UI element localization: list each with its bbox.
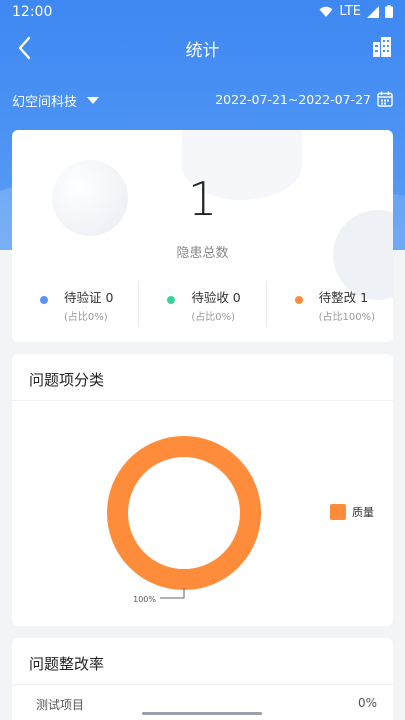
status-time: 12:00	[12, 4, 53, 20]
stat-pending-verify[interactable]: 待验证 0 (占比0%)	[12, 282, 138, 326]
building-icon[interactable]	[371, 36, 393, 58]
chart-legend: 质量	[330, 504, 374, 520]
signal-icon	[367, 5, 379, 18]
legend-label: 质量	[352, 506, 374, 519]
page-title: 统计	[185, 41, 220, 61]
total-hazard-count: 1	[187, 172, 218, 226]
company-selector[interactable]: 幻空间科技	[12, 91, 100, 110]
stat-percent: (占比0%)	[191, 312, 235, 323]
stat-label: 待验收 0	[191, 290, 241, 305]
card-title: 问题整改率	[29, 655, 105, 673]
battery-icon	[385, 5, 393, 18]
company-name: 幻空间科技	[12, 95, 78, 110]
stat-label: 待整改 1	[318, 290, 369, 305]
hazard-summary-card: 1 隐患总数 待验证 0 (占比0%) 待验收 0 (占比0%) 待整改 1 (…	[12, 130, 393, 342]
legend-swatch	[330, 504, 346, 520]
donut-chart: 100%	[107, 436, 261, 604]
stat-pending-rectify[interactable]: 待整改 1 (占比100%)	[265, 282, 393, 326]
problem-category-card: 问题项分类 100% 质量	[12, 354, 393, 626]
network-type: LTE	[339, 4, 361, 19]
rate-row-value: 0%	[357, 696, 377, 710]
stat-label: 待验证 0	[64, 290, 114, 305]
caret-down-icon	[87, 96, 100, 104]
status-dot	[167, 296, 176, 304]
rate-row-name: 测试项目	[36, 698, 85, 712]
pie-data-label: 100%	[133, 595, 156, 604]
stat-pending-acceptance[interactable]: 待验收 0 (占比0%)	[138, 282, 265, 326]
calendar-icon	[377, 91, 393, 107]
date-range: 2022-07-21~2022-07-27	[215, 91, 371, 107]
rectification-rate-card: 问题整改率 测试项目 0%	[12, 638, 393, 720]
status-dot	[294, 296, 303, 304]
stat-percent: (占比100%)	[318, 312, 376, 323]
status-breakdown: 待验证 0 (占比0%) 待验收 0 (占比0%) 待整改 1 (占比100%)	[12, 282, 393, 326]
status-dot	[40, 296, 48, 304]
wifi-icon	[319, 6, 333, 17]
top-navigation-bar: 统计	[0, 28, 405, 68]
divider	[12, 684, 393, 685]
total-hazard-label: 隐患总数	[176, 246, 229, 261]
stat-percent: (占比0%)	[64, 312, 108, 323]
filter-bar: 幻空间科技 2022-07-21~2022-07-27	[0, 88, 405, 112]
status-icons: LTE	[319, 4, 393, 19]
date-range-selector[interactable]: 2022-07-21~2022-07-27	[215, 91, 393, 107]
rate-row: 测试项目 0%	[36, 696, 377, 713]
status-bar: 12:00 LTE	[0, 0, 405, 24]
home-indicator[interactable]	[142, 712, 262, 715]
pie-slice-质量[interactable]	[107, 436, 261, 590]
